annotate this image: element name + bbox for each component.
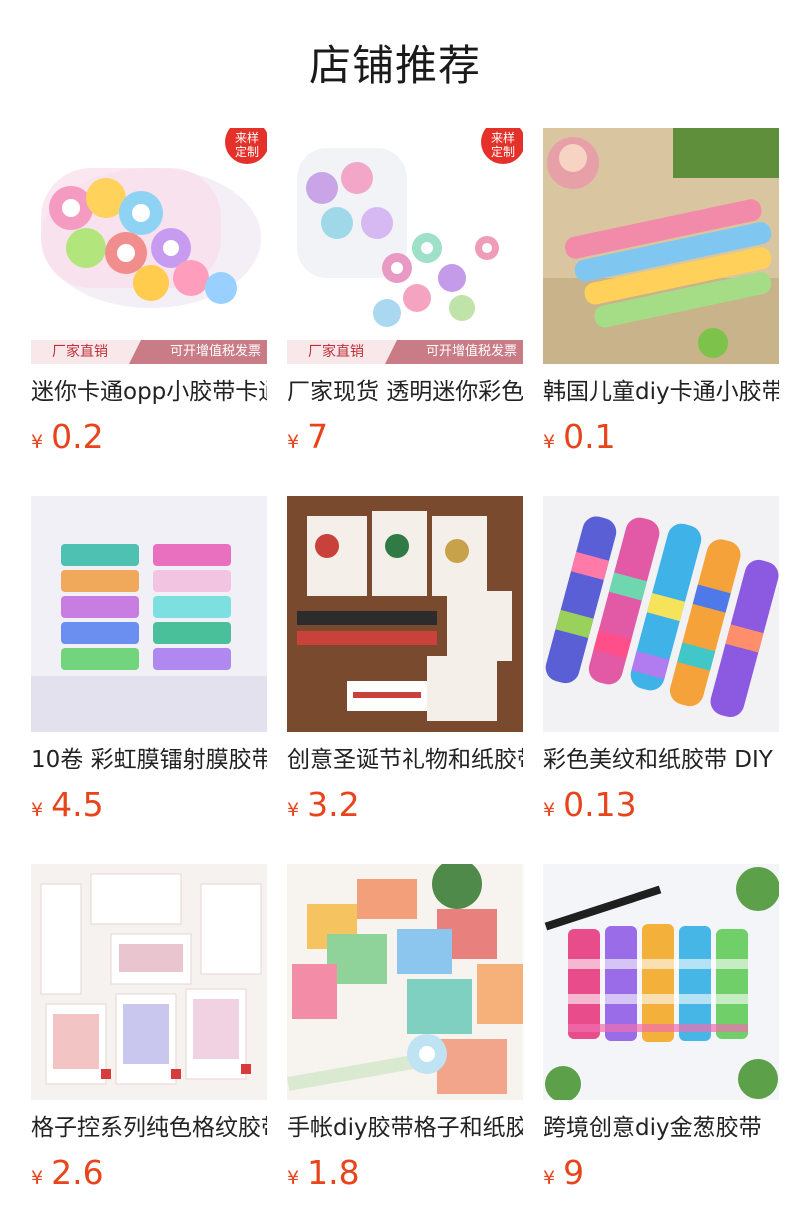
product-card[interactable]: 手帐diy胶带格子和纸胶带 ¥1.8	[287, 864, 523, 1204]
product-image[interactable]	[543, 864, 779, 1100]
banner-direct-sale: 厂家直销	[287, 340, 397, 364]
grid-tape-boxes-image	[31, 864, 267, 1100]
promo-banner: 厂家直销 可开增值税发票	[287, 340, 523, 364]
price-amount: 0.1	[563, 417, 616, 456]
product-price: ¥4.5	[31, 784, 104, 826]
price-amount: 2.6	[51, 1153, 104, 1192]
currency-symbol: ¥	[287, 431, 300, 453]
product-card[interactable]: 来样 定制 厂家直销 可开增值税发票 迷你卡通opp小胶带卡通 ¥0.2	[31, 128, 267, 468]
promo-banner: 厂家直销 可开增值税发票	[31, 340, 267, 364]
product-card[interactable]: 跨境创意diy金葱胶带 ¥9	[543, 864, 779, 1204]
tape-jar-image	[31, 128, 267, 364]
product-image[interactable]	[287, 496, 523, 732]
product-price: ¥7	[287, 416, 328, 458]
product-name[interactable]: 跨境创意diy金葱胶带	[543, 1112, 779, 1144]
currency-symbol: ¥	[543, 799, 556, 821]
colorful-washi-stacks-image	[543, 496, 779, 732]
currency-symbol: ¥	[31, 1167, 44, 1189]
product-price: ¥1.8	[287, 1152, 360, 1194]
product-price: ¥0.13	[543, 784, 637, 826]
product-image[interactable]	[543, 128, 779, 364]
rainbow-laser-tape-image	[31, 496, 267, 732]
product-name[interactable]: 手帐diy胶带格子和纸胶带	[287, 1112, 523, 1144]
product-card[interactable]: 韩国儿童diy卡通小胶带 ¥0.1	[543, 128, 779, 468]
banner-invoice: 可开增值税发票	[425, 344, 517, 359]
product-name[interactable]: 10卷 彩虹膜镭射膜胶带	[31, 744, 267, 776]
product-name[interactable]: 厂家现货 透明迷你彩色	[287, 376, 523, 408]
currency-symbol: ¥	[31, 799, 44, 821]
product-price: ¥0.2	[31, 416, 104, 458]
kids-tape-rolls-image	[543, 128, 779, 364]
product-card[interactable]: 10卷 彩虹膜镭射膜胶带 ¥4.5	[31, 496, 267, 836]
price-amount: 4.5	[51, 785, 104, 824]
product-image[interactable]	[287, 864, 523, 1100]
product-image[interactable]	[31, 496, 267, 732]
product-image[interactable]	[543, 496, 779, 732]
price-amount: 9	[563, 1153, 585, 1192]
currency-symbol: ¥	[543, 1167, 556, 1189]
product-image[interactable]: 来样 定制 厂家直销 可开增值税发票	[31, 128, 267, 364]
product-image[interactable]: 来样 定制 厂家直销 可开增值税发票	[287, 128, 523, 364]
page-title: 店铺推荐	[308, 41, 481, 90]
product-card[interactable]: 来样 定制 厂家直销 可开增值税发票 厂家现货 透明迷你彩色 ¥7	[287, 128, 523, 468]
product-price: ¥2.6	[31, 1152, 104, 1194]
product-name[interactable]: 创意圣诞节礼物和纸胶带	[287, 744, 523, 776]
journal-tape-boxes-image	[287, 864, 523, 1100]
product-card[interactable]: 格子控系列纯色格纹胶带 ¥2.6	[31, 864, 267, 1204]
product-name[interactable]: 格子控系列纯色格纹胶带	[31, 1112, 267, 1144]
banner-direct-sale: 厂家直销	[31, 340, 141, 364]
product-name[interactable]: 迷你卡通opp小胶带卡通	[31, 376, 267, 408]
product-name[interactable]: 韩国儿童diy卡通小胶带	[543, 376, 779, 408]
price-amount: 3.2	[307, 785, 360, 824]
product-price: ¥9	[543, 1152, 584, 1194]
product-price: ¥3.2	[287, 784, 360, 826]
price-amount: 0.13	[563, 785, 637, 824]
product-card[interactable]: 创意圣诞节礼物和纸胶带 ¥3.2	[287, 496, 523, 836]
christmas-washi-box-image	[287, 496, 523, 732]
price-amount: 7	[307, 417, 329, 456]
price-amount: 0.2	[51, 417, 104, 456]
currency-symbol: ¥	[543, 431, 556, 453]
product-card[interactable]: 彩色美纹和纸胶带 DIY ¥0.13	[543, 496, 779, 836]
currency-symbol: ¥	[287, 799, 300, 821]
currency-symbol: ¥	[287, 1167, 300, 1189]
price-amount: 1.8	[307, 1153, 360, 1192]
product-image[interactable]	[31, 864, 267, 1100]
product-price: ¥0.1	[543, 416, 616, 458]
glitter-tape-tubes-image	[543, 864, 779, 1100]
product-name[interactable]: 彩色美纹和纸胶带 DIY	[543, 744, 779, 776]
glitter-tape-jar-image	[287, 128, 523, 364]
banner-invoice: 可开增值税发票	[169, 344, 261, 359]
currency-symbol: ¥	[31, 431, 44, 453]
